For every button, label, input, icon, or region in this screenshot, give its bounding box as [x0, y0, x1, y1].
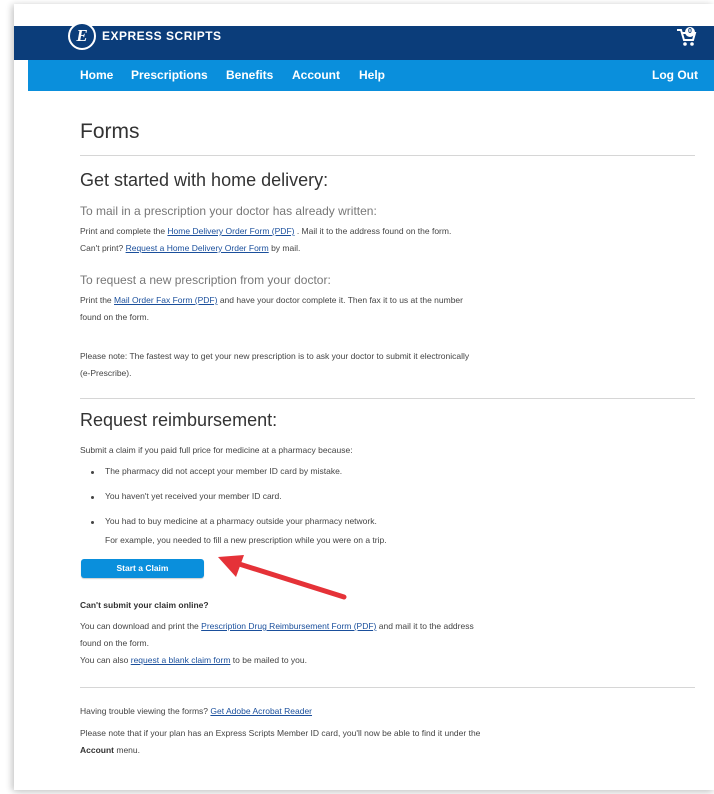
home-delivery-heading: Get started with home delivery: — [80, 170, 329, 190]
id-card-note: Please note that if your plan has an Exp… — [80, 728, 481, 738]
cant-submit-heading: Can't submit your claim online? — [80, 600, 209, 610]
blank-form-text: You can also — [80, 655, 131, 665]
menu-text: menu. — [114, 745, 140, 755]
mail-prescription-subheading: To mail in a prescription your doctor ha… — [80, 204, 377, 218]
request-blank-claim-form-link[interactable]: request a blank claim form — [131, 655, 231, 665]
request-instructions: Print the Mail Order Fax Form (PDF) and … — [80, 292, 550, 326]
e-prescribe-note: Please note: The fastest way to get your… — [80, 348, 550, 382]
request-line2-text: found on the form. — [80, 312, 149, 322]
trouble-text: Having trouble viewing the forms? — [80, 706, 211, 716]
page-title: Forms — [80, 120, 140, 143]
reimbursement-intro: Submit a claim if you paid full price fo… — [80, 445, 353, 455]
request-line1-text-end: and have your doctor complete it. Then f… — [217, 295, 463, 305]
home-delivery-order-form-link[interactable]: Home Delivery Order Form (PDF) — [167, 226, 294, 236]
divider — [80, 687, 695, 688]
reimbursement-form-link[interactable]: Prescription Drug Reimbursement Form (PD… — [201, 621, 376, 631]
cart-count-badge: 0 — [685, 27, 695, 37]
start-claim-button[interactable]: Start a Claim — [81, 559, 204, 578]
divider — [80, 155, 695, 156]
download-line2: found on the form. — [80, 638, 149, 648]
reimbursement-heading: Request reimbursement: — [80, 410, 278, 430]
download-instructions: You can download and print the Prescript… — [80, 618, 600, 669]
mail-line1-text: Print and complete the — [80, 226, 168, 236]
mail-line2-text-end: by mail. — [268, 243, 301, 253]
nav-help[interactable]: Help — [359, 68, 385, 82]
nav-prescriptions[interactable]: Prescriptions — [131, 68, 208, 82]
nav-account[interactable]: Account — [292, 68, 340, 82]
note-line1: Please note: The fastest way to get your… — [80, 351, 470, 361]
nav-home[interactable]: Home — [80, 68, 113, 82]
adobe-reader-link[interactable]: Get Adobe Acrobat Reader — [210, 706, 312, 716]
list-item-text: You haven't yet received your member ID … — [105, 491, 282, 501]
mail-line2-text: Can't print? — [80, 243, 126, 253]
list-item-text: The pharmacy did not accept your member … — [105, 466, 343, 476]
divider — [80, 398, 695, 399]
request-line1-text: Print the — [80, 295, 115, 305]
mail-instructions: Print and complete the Home Delivery Ord… — [80, 223, 550, 257]
blank-form-text-end: to be mailed to you. — [230, 655, 307, 665]
note-line2: (e-Prescribe). — [80, 368, 132, 378]
mail-order-fax-form-link[interactable]: Mail Order Fax Form (PDF) — [114, 295, 217, 305]
account-bold-text: Account — [80, 745, 114, 755]
request-prescription-subheading: To request a new prescription from your … — [80, 273, 331, 287]
mail-line1-text-end: . Mail it to the address found on the fo… — [294, 226, 452, 236]
express-scripts-logo-icon: E — [68, 22, 96, 50]
nav-log-out[interactable]: Log Out — [652, 68, 698, 82]
brand-logo[interactable]: E EXPRESS SCRIPTS — [68, 22, 222, 50]
nav-benefits[interactable]: Benefits — [226, 68, 273, 82]
list-item-text: You had to buy medicine at a pharmacy ou… — [105, 516, 377, 526]
download-text: You can download and print the — [80, 621, 202, 631]
footer-notes: Having trouble viewing the forms? Get Ad… — [80, 703, 600, 763]
download-text-end: and mail it to the address — [376, 621, 474, 631]
request-order-form-link[interactable]: Request a Home Delivery Order Form — [126, 243, 269, 253]
list-item-text: For example, you needed to fill a new pr… — [105, 535, 387, 545]
brand-name: EXPRESS SCRIPTS — [102, 29, 222, 43]
